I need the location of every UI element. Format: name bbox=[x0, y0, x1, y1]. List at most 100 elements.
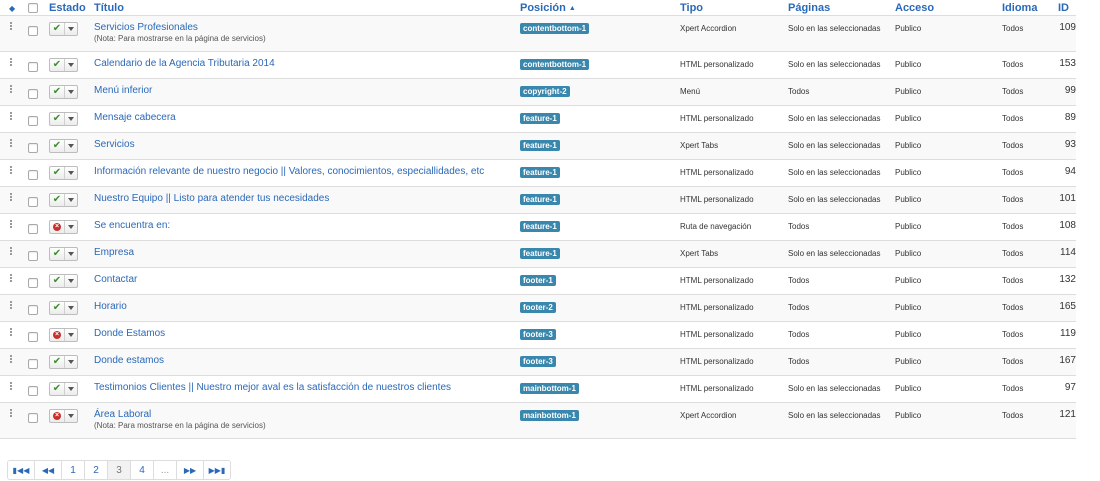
drag-handle-icon[interactable] bbox=[10, 139, 12, 148]
drag-handle-icon[interactable] bbox=[10, 166, 12, 175]
status-dropdown-button[interactable] bbox=[65, 248, 77, 260]
row-checkbox[interactable] bbox=[28, 278, 38, 288]
module-title-link[interactable]: Testimonios Clientes || Nuestro mejor av… bbox=[94, 382, 520, 394]
drag-handle-icon[interactable] bbox=[10, 274, 12, 283]
row-checkbox[interactable] bbox=[28, 143, 38, 153]
publish-toggle-button[interactable]: ✔ bbox=[50, 356, 65, 368]
module-title-link[interactable]: Servicios bbox=[94, 139, 520, 151]
publish-toggle-button[interactable]: ✔ bbox=[50, 248, 65, 260]
row-checkbox[interactable] bbox=[28, 413, 38, 423]
header-titulo[interactable]: Título bbox=[94, 0, 520, 16]
status-dropdown-button[interactable] bbox=[65, 221, 77, 233]
module-title-link[interactable]: Donde Estamos bbox=[94, 328, 520, 340]
status-dropdown-button[interactable] bbox=[65, 302, 77, 314]
drag-handle-icon[interactable] bbox=[10, 22, 12, 31]
drag-handle-icon[interactable] bbox=[10, 301, 12, 310]
row-checkbox[interactable] bbox=[28, 224, 38, 234]
header-acceso[interactable]: Acceso bbox=[895, 0, 1002, 16]
row-checkbox[interactable] bbox=[28, 89, 38, 99]
row-checkbox[interactable] bbox=[28, 305, 38, 315]
status-dropdown-button[interactable] bbox=[65, 410, 77, 422]
drag-handle-cell[interactable] bbox=[0, 240, 22, 268]
row-checkbox[interactable] bbox=[28, 386, 38, 396]
drag-handle-cell[interactable] bbox=[0, 348, 22, 376]
drag-handle-icon[interactable] bbox=[10, 355, 12, 364]
header-paginas[interactable]: Páginas bbox=[788, 0, 895, 16]
module-title-link[interactable]: Horario bbox=[94, 301, 520, 313]
module-title-link[interactable]: Calendario de la Agencia Tributaria 2014 bbox=[94, 58, 520, 70]
module-title-link[interactable]: Área Laboral bbox=[94, 409, 520, 421]
row-checkbox[interactable] bbox=[28, 116, 38, 126]
drag-handle-icon[interactable] bbox=[10, 328, 12, 337]
drag-handle-icon[interactable] bbox=[10, 58, 12, 67]
status-dropdown-button[interactable] bbox=[65, 86, 77, 98]
module-title-link[interactable]: Servicios Profesionales bbox=[94, 22, 520, 34]
row-checkbox[interactable] bbox=[28, 62, 38, 72]
module-title-link[interactable]: Empresa bbox=[94, 247, 520, 259]
row-checkbox[interactable] bbox=[28, 251, 38, 261]
publish-toggle-button[interactable]: ✔ bbox=[50, 86, 65, 98]
drag-handle-icon[interactable] bbox=[10, 193, 12, 202]
page-link[interactable]: 2 bbox=[85, 461, 108, 479]
status-dropdown-button[interactable] bbox=[65, 383, 77, 395]
drag-handle-cell[interactable] bbox=[0, 186, 22, 214]
row-checkbox[interactable] bbox=[28, 26, 38, 36]
drag-handle-cell[interactable] bbox=[0, 375, 22, 403]
header-id[interactable]: ID bbox=[1058, 0, 1076, 16]
drag-handle-cell[interactable] bbox=[0, 402, 22, 439]
sort-order-icon[interactable]: ◆ bbox=[9, 4, 15, 13]
next-page-icon[interactable]: ▶▶ bbox=[177, 461, 204, 479]
module-title-link[interactable]: Menú inferior bbox=[94, 85, 520, 97]
check-all-checkbox[interactable] bbox=[28, 2, 38, 13]
drag-handle-cell[interactable] bbox=[0, 132, 22, 160]
page-link[interactable]: 1 bbox=[62, 461, 85, 479]
row-checkbox[interactable] bbox=[28, 170, 38, 180]
header-posicion-label[interactable]: Posición bbox=[520, 2, 566, 14]
header-posicion[interactable]: Posición ▲ bbox=[520, 0, 680, 16]
publish-toggle-button[interactable]: ✔ bbox=[50, 194, 65, 206]
publish-toggle-button[interactable]: ✔ bbox=[50, 23, 65, 35]
header-tipo[interactable]: Tipo bbox=[680, 0, 788, 16]
publish-toggle-button[interactable]: ✔ bbox=[50, 167, 65, 179]
header-estado[interactable]: Estado bbox=[49, 0, 94, 16]
status-dropdown-button[interactable] bbox=[65, 275, 77, 287]
status-dropdown-button[interactable] bbox=[65, 329, 77, 341]
row-checkbox[interactable] bbox=[28, 197, 38, 207]
drag-handle-icon[interactable] bbox=[10, 112, 12, 121]
publish-toggle-button[interactable]: ✔ bbox=[50, 140, 65, 152]
drag-handle-cell[interactable] bbox=[0, 15, 22, 52]
status-dropdown-button[interactable] bbox=[65, 59, 77, 71]
drag-handle-cell[interactable] bbox=[0, 105, 22, 133]
header-idioma[interactable]: Idioma bbox=[1002, 0, 1058, 16]
drag-handle-icon[interactable] bbox=[10, 382, 12, 391]
row-checkbox[interactable] bbox=[28, 359, 38, 369]
drag-handle-icon[interactable] bbox=[10, 85, 12, 94]
module-title-link[interactable]: Información relevante de nuestro negocio… bbox=[94, 166, 520, 178]
publish-toggle-button[interactable]: ✔ bbox=[50, 275, 65, 287]
drag-handle-cell[interactable] bbox=[0, 159, 22, 187]
drag-handle-icon[interactable] bbox=[10, 247, 12, 256]
page-link[interactable]: 3 bbox=[108, 461, 131, 479]
drag-handle-cell[interactable] bbox=[0, 321, 22, 349]
unpublish-toggle-button[interactable]: × bbox=[50, 410, 65, 422]
drag-handle-icon[interactable] bbox=[10, 409, 12, 418]
status-dropdown-button[interactable] bbox=[65, 194, 77, 206]
module-title-link[interactable]: Contactar bbox=[94, 274, 520, 286]
status-dropdown-button[interactable] bbox=[65, 140, 77, 152]
status-dropdown-button[interactable] bbox=[65, 23, 77, 35]
publish-toggle-button[interactable]: ✔ bbox=[50, 59, 65, 71]
drag-handle-cell[interactable] bbox=[0, 294, 22, 322]
publish-toggle-button[interactable]: ✔ bbox=[50, 383, 65, 395]
module-title-link[interactable]: Donde estamos bbox=[94, 355, 520, 367]
page-link[interactable]: 4 bbox=[131, 461, 154, 479]
drag-handle-cell[interactable] bbox=[0, 78, 22, 106]
publish-toggle-button[interactable]: ✔ bbox=[50, 113, 65, 125]
last-page-icon[interactable]: ▶▶▮ bbox=[204, 461, 230, 479]
previous-page-icon[interactable]: ◀◀ bbox=[35, 461, 62, 479]
module-title-link[interactable]: Mensaje cabecera bbox=[94, 112, 520, 124]
drag-handle-cell[interactable] bbox=[0, 213, 22, 241]
drag-handle-icon[interactable] bbox=[10, 220, 12, 229]
module-title-link[interactable]: Nuestro Equipo || Listo para atender tus… bbox=[94, 193, 520, 205]
module-title-link[interactable]: Se encuentra en: bbox=[94, 220, 520, 232]
status-dropdown-button[interactable] bbox=[65, 356, 77, 368]
